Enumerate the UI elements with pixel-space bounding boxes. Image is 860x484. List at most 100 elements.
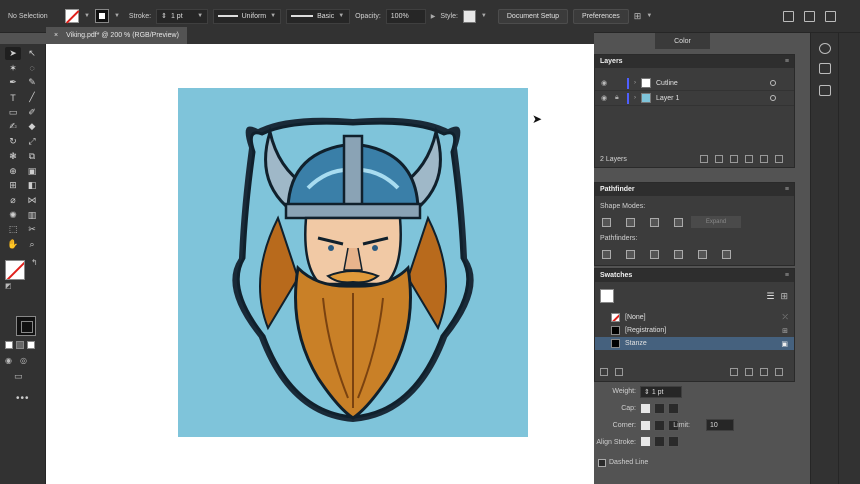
shaper-tool-icon[interactable]: ✍ (5, 120, 21, 133)
layer-name[interactable]: Cutline (656, 80, 678, 87)
document-setup-button[interactable]: Document Setup (497, 8, 569, 24)
panel-icon[interactable] (783, 10, 794, 22)
exclude-icon[interactable] (673, 218, 683, 227)
stroke-weight-field[interactable]: ⇕ 1 pt ▼ (156, 8, 209, 24)
pen-tool-icon[interactable]: ✒ (5, 76, 21, 89)
dashed-line-checkbox[interactable] (598, 459, 606, 467)
tab-color[interactable]: Color (655, 33, 710, 49)
opacity-field[interactable]: 100% (385, 8, 426, 24)
blend-tool-icon[interactable]: ⋈ (24, 194, 40, 207)
new-color-group-icon[interactable] (745, 368, 753, 376)
grid-view-icon[interactable]: ⊞ (780, 291, 788, 302)
limit-field[interactable]: 10 (706, 419, 734, 431)
color-panel-icon[interactable] (819, 43, 831, 54)
projecting-cap-button[interactable] (668, 403, 679, 414)
preferences-button[interactable]: Preferences (573, 8, 629, 24)
intersect-icon[interactable] (649, 218, 659, 227)
selection-tool-icon[interactable]: ➤ (5, 47, 21, 60)
new-sublayer-icon[interactable] (745, 155, 753, 163)
fill-stroke-indicator[interactable] (600, 289, 614, 303)
swap-colors-icon[interactable]: ↰ (31, 258, 38, 267)
chevron-down-icon[interactable]: ▼ (646, 13, 652, 19)
list-view-icon[interactable]: ☰ (766, 291, 774, 302)
layer-row[interactable]: ◉ › Cutline (595, 76, 794, 91)
align-inside-button[interactable] (654, 436, 665, 447)
pathfinder-panel-title[interactable]: Pathfinder (600, 186, 635, 193)
symbol-sprayer-tool-icon[interactable]: ✺ (5, 209, 21, 222)
scale-tool-icon[interactable]: ⤢ (24, 135, 40, 148)
crop-icon[interactable] (673, 250, 683, 259)
round-cap-button[interactable] (654, 403, 665, 414)
edit-toolbar-icon[interactable]: ••• (16, 393, 30, 404)
warp-tool-icon[interactable]: ❃ (5, 150, 21, 163)
magic-wand-tool-icon[interactable]: ✶ (5, 62, 21, 75)
new-swatch-icon[interactable] (760, 368, 768, 376)
chevron-down-icon[interactable]: ▼ (481, 13, 487, 19)
rectangle-tool-icon[interactable]: ▭ (5, 106, 21, 119)
visibility-eye-icon[interactable]: ◉ (601, 79, 610, 87)
show-kinds-icon[interactable] (615, 368, 623, 376)
style-swatch[interactable] (462, 9, 476, 23)
live-paint-tool-icon[interactable]: ▣ (24, 165, 40, 178)
list-item[interactable]: Stanze ▣ (595, 337, 794, 350)
screen-mode-icon[interactable]: ▭ (14, 371, 23, 382)
delete-layer-icon[interactable] (775, 155, 783, 163)
fill-swatch[interactable] (65, 9, 79, 23)
draw-mode-icon[interactable]: ◉ (5, 356, 12, 365)
visibility-eye-icon[interactable]: ◉ (601, 94, 610, 102)
libraries-panel-icon[interactable] (819, 85, 831, 96)
merge-icon[interactable] (649, 250, 659, 259)
lasso-tool-icon[interactable]: ◌ (24, 62, 40, 75)
panel-menu-icon[interactable]: ≡ (785, 58, 789, 65)
outline-icon[interactable] (697, 250, 707, 259)
locate-object-icon[interactable] (715, 155, 723, 163)
none-mode-icon[interactable] (27, 341, 35, 349)
line-tool-icon[interactable]: ╱ (24, 91, 40, 104)
minus-back-icon[interactable] (721, 250, 731, 259)
layer-name[interactable]: Layer 1 (656, 95, 679, 102)
slice-tool-icon[interactable]: ✂ (24, 223, 40, 236)
fill-color-swatch[interactable] (5, 260, 25, 280)
stepper-icon[interactable]: ⇕ (161, 12, 167, 20)
divide-icon[interactable] (602, 250, 611, 259)
panel-icon[interactable] (825, 10, 836, 22)
expand-arrow-icon[interactable]: › (634, 80, 636, 86)
stroke-dropdown-icon[interactable]: ▼ (114, 13, 120, 19)
mesh-tool-icon[interactable]: ⊞ (5, 179, 21, 192)
shape-builder-tool-icon[interactable]: ⊕ (5, 165, 21, 178)
default-colors-icon[interactable]: ◩ (5, 282, 12, 290)
curvature-tool-icon[interactable]: ✎ (24, 76, 40, 89)
canvas[interactable]: ➤ (46, 44, 594, 484)
color-mode-icon[interactable] (5, 341, 13, 349)
layer-target-icon[interactable] (770, 95, 776, 101)
expand-button[interactable]: Expand (691, 216, 741, 228)
gradient-tool-icon[interactable]: ◧ (24, 179, 40, 192)
properties-panel-icon[interactable] (819, 63, 831, 74)
panel-menu-icon[interactable]: ≡ (785, 272, 789, 279)
align-outside-button[interactable] (668, 436, 679, 447)
rotate-tool-icon[interactable]: ↻ (5, 135, 21, 148)
weight-field[interactable]: ⇕ 1 pt (640, 386, 682, 398)
trim-icon[interactable] (625, 250, 635, 259)
artboard-tool-icon[interactable]: ⬚ (5, 223, 21, 236)
layer-row[interactable]: ◉ 🔒︎ › Layer 1 (595, 91, 794, 106)
stroke-swatch[interactable] (94, 9, 109, 23)
opacity-label[interactable]: Opacity: (355, 13, 381, 20)
panel-menu-icon[interactable]: ≡ (785, 186, 789, 193)
list-item[interactable]: [Registration] ⊞ (595, 324, 794, 337)
eraser-tool-icon[interactable]: ◆ (24, 120, 40, 133)
artboard[interactable] (46, 44, 594, 484)
arrange-icon[interactable]: ⊞ (634, 11, 642, 22)
swatch-options-icon[interactable] (730, 368, 738, 376)
unite-icon[interactable] (602, 218, 611, 227)
column-graph-tool-icon[interactable]: ▥ (24, 209, 40, 222)
hand-tool-icon[interactable]: ✋ (5, 238, 21, 251)
stepper-icon[interactable]: ⇕ (644, 388, 650, 396)
layers-panel-title[interactable]: Layers (600, 58, 623, 65)
align-center-button[interactable] (640, 436, 651, 447)
free-transform-tool-icon[interactable]: ⧉ (24, 150, 40, 163)
list-item[interactable]: [None] ⤫ (595, 311, 794, 324)
draw-behind-icon[interactable]: ◎ (20, 356, 27, 365)
butt-cap-button[interactable] (640, 403, 651, 414)
direct-selection-tool-icon[interactable]: ↖ (24, 47, 40, 60)
